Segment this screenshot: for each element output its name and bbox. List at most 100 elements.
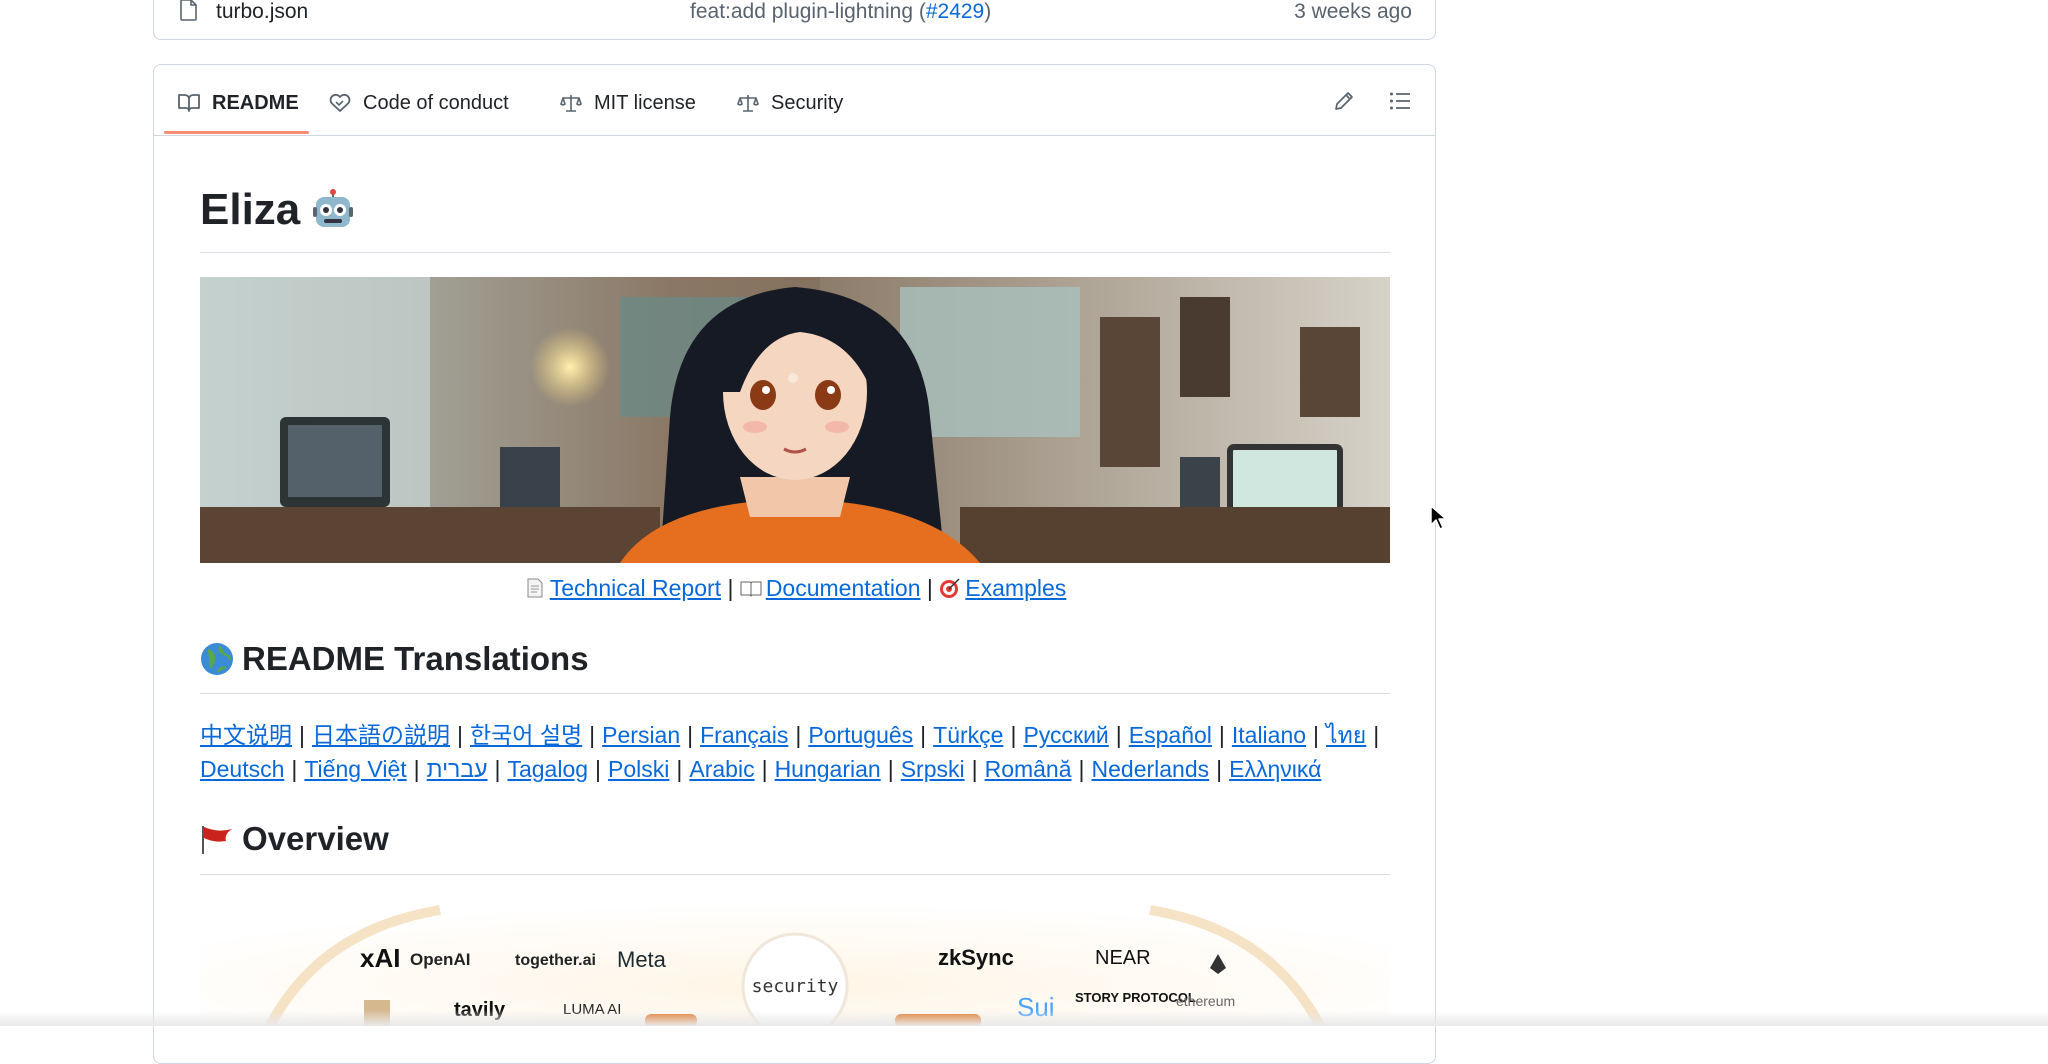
pull-request-link[interactable]: #2429 xyxy=(926,0,984,23)
translation-separator: | xyxy=(1115,722,1122,748)
translation-separator: | xyxy=(1010,722,1017,748)
technical-report-link[interactable]: Technical Report xyxy=(550,575,721,601)
title-divider xyxy=(200,252,1390,253)
mouse-cursor-icon xyxy=(1430,505,1447,530)
translation-separator: | xyxy=(291,756,298,782)
overview-divider xyxy=(200,874,1390,875)
translations-heading: README Translations xyxy=(200,640,589,678)
translation-link[interactable]: Română xyxy=(985,756,1072,782)
file-icon xyxy=(180,0,197,21)
flag-emoji-icon xyxy=(202,826,232,854)
translation-separator: | xyxy=(1373,722,1380,748)
translation-separator: | xyxy=(1313,722,1320,748)
list-icon xyxy=(1390,92,1410,110)
translation-link[interactable]: Persian xyxy=(602,722,680,748)
translation-link[interactable]: Nederlands xyxy=(1092,756,1210,782)
translation-link[interactable]: Türkçe xyxy=(933,722,1003,748)
commit-message-close: ) xyxy=(984,0,992,23)
link-separator: | xyxy=(727,575,734,601)
translation-link[interactable]: Tagalog xyxy=(507,756,588,782)
tab-label: Code of conduct xyxy=(363,91,509,114)
translation-separator: | xyxy=(761,756,768,782)
translation-link[interactable]: Italiano xyxy=(1232,722,1306,748)
translation-link[interactable]: Arabic xyxy=(689,756,754,782)
translation-separator: | xyxy=(1216,756,1223,782)
translations-heading-text: README Translations xyxy=(242,640,589,677)
commit-message[interactable]: feat:add plugin-lightning (#2429) xyxy=(690,0,991,24)
active-tab-indicator xyxy=(164,131,309,134)
link-separator: | xyxy=(926,575,933,601)
readme-tab-bar: README Code of conduct MIT license Secur… xyxy=(154,65,1435,136)
translations-divider xyxy=(200,693,1390,694)
logo-ethereum: ethereum xyxy=(1176,993,1235,1009)
translation-separator: | xyxy=(413,756,420,782)
tab-security[interactable]: Security xyxy=(737,87,843,119)
law-scale-icon xyxy=(560,95,582,112)
file-name-link[interactable]: turbo.json xyxy=(216,0,308,24)
translation-link[interactable]: עברית xyxy=(427,756,488,782)
file-list-row[interactable]: turbo.json feat:add plugin-lightning (#2… xyxy=(153,0,1436,40)
translation-link[interactable]: Русский xyxy=(1023,722,1108,748)
translation-separator: | xyxy=(920,722,927,748)
tab-readme[interactable]: README xyxy=(178,87,299,119)
translation-separator: | xyxy=(456,722,463,748)
resource-links: Technical Report | Documentation | Examp… xyxy=(200,575,1390,602)
translation-link[interactable]: 한국어 설명 xyxy=(470,722,582,748)
tab-label: Security xyxy=(771,91,844,114)
translation-link[interactable]: 中文说明 xyxy=(200,722,292,748)
translation-separator: | xyxy=(1218,722,1225,748)
translation-separator: | xyxy=(299,722,305,748)
book-icon xyxy=(178,94,200,112)
logo-zksync: zkSync xyxy=(938,945,1014,970)
documentation-link[interactable]: Documentation xyxy=(766,575,921,601)
translation-link[interactable]: Polski xyxy=(608,756,669,782)
translation-link[interactable]: Español xyxy=(1129,722,1212,748)
bottom-shadow xyxy=(0,1010,2048,1026)
book-emoji-icon xyxy=(740,581,762,597)
translation-separator: | xyxy=(676,756,683,782)
translation-separator: | xyxy=(971,756,978,782)
logo-security: security xyxy=(752,976,839,997)
logo-near: NEAR xyxy=(1095,947,1151,969)
pencil-icon xyxy=(1335,92,1353,110)
tab-label: README xyxy=(212,91,299,114)
robot-emoji-icon xyxy=(313,189,354,227)
translation-link[interactable]: Français xyxy=(700,722,788,748)
globe-emoji-icon xyxy=(201,643,233,675)
law-scale-icon xyxy=(737,95,759,112)
translation-separator: | xyxy=(589,722,596,748)
translation-link[interactable]: Deutsch xyxy=(200,756,284,782)
translation-link[interactable]: Ελληνικά xyxy=(1229,756,1321,782)
translation-link[interactable]: ไทย xyxy=(1326,722,1366,748)
translation-link[interactable]: Português xyxy=(808,722,913,748)
edit-readme-button[interactable] xyxy=(1329,86,1359,116)
translation-link[interactable]: Srpski xyxy=(901,756,965,782)
logo-meta: Meta xyxy=(617,947,667,972)
readme-title: Eliza xyxy=(200,185,354,235)
translation-separator: | xyxy=(687,722,694,748)
translation-separator: | xyxy=(887,756,894,782)
translation-separator: | xyxy=(595,756,602,782)
commit-message-text[interactable]: feat:add plugin-lightning ( xyxy=(690,0,926,23)
logo-together-ai: together.ai xyxy=(515,952,596,969)
overview-heading: Overview xyxy=(200,820,389,858)
tab-label: MIT license xyxy=(594,91,696,114)
translation-link[interactable]: Hungarian xyxy=(775,756,881,782)
tab-code-of-conduct[interactable]: Code of conduct xyxy=(329,87,509,119)
tab-mit-license[interactable]: MIT license xyxy=(560,87,696,119)
page-emoji-icon xyxy=(527,578,543,598)
translation-separator: | xyxy=(1078,756,1085,782)
heart-handshake-icon xyxy=(329,93,351,112)
commit-age: 3 weeks ago xyxy=(1294,0,1412,23)
target-emoji-icon xyxy=(940,578,960,598)
logo-xai: xAI xyxy=(360,943,400,973)
ecosystem-logos-image: security xAI OpenAI together.ai Meta tav… xyxy=(200,890,1390,1026)
overview-heading-text: Overview xyxy=(242,820,389,857)
translation-link[interactable]: 日本語の説明 xyxy=(312,722,450,748)
eliza-banner-image xyxy=(200,277,1390,563)
examples-link[interactable]: Examples xyxy=(965,575,1066,601)
translations-list: 中文说明 | 日本語の説明 | 한국어 설명 | Persian | Français | Port… xyxy=(200,718,1390,786)
outline-button[interactable] xyxy=(1385,86,1415,116)
translation-link[interactable]: Tiếng Việt xyxy=(304,756,406,782)
readme-title-text: Eliza xyxy=(200,185,301,234)
